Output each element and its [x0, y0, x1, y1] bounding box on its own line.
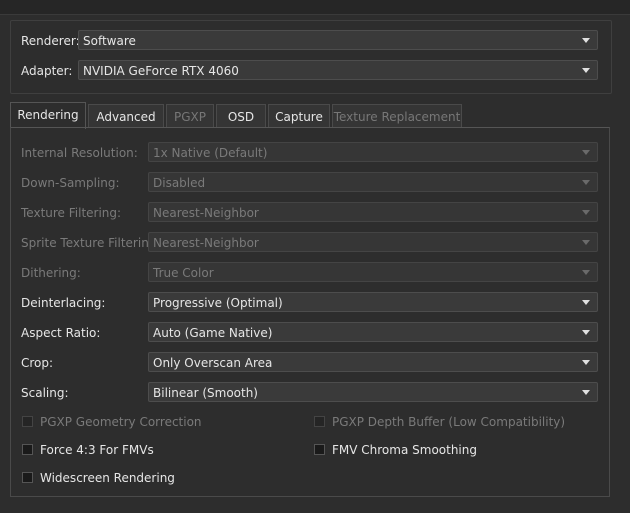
checkbox-box[interactable]	[22, 472, 33, 483]
chevron-down-icon	[582, 300, 590, 305]
scaling-label: Scaling:	[21, 386, 69, 400]
renderer-value: Software	[83, 34, 136, 48]
dithering-label: Dithering:	[21, 266, 81, 280]
aspect-ratio-select[interactable]: Auto (Game Native)	[148, 322, 598, 342]
chevron-down-icon	[582, 390, 590, 395]
window-top-strip	[0, 0, 630, 15]
checkbox-box	[314, 416, 325, 427]
crop-value: Only Overscan Area	[153, 356, 273, 370]
chevron-down-icon	[582, 270, 590, 275]
scaling-value: Bilinear (Smooth)	[153, 386, 258, 400]
adapter-label: Adapter:	[21, 64, 73, 78]
crop-select[interactable]: Only Overscan Area	[148, 352, 598, 372]
checkbox-box	[22, 416, 33, 427]
renderer-select[interactable]: Software	[78, 30, 598, 50]
adapter-select[interactable]: NVIDIA GeForce RTX 4060	[78, 60, 598, 80]
force-43-fmv-label[interactable]: Force 4:3 For FMVs	[40, 440, 154, 460]
crop-label: Crop:	[21, 356, 54, 370]
tab-rendering[interactable]: Rendering	[10, 102, 86, 129]
chevron-down-icon	[582, 360, 590, 365]
internal-resolution-value: 1x Native (Default)	[153, 146, 268, 160]
scaling-select[interactable]: Bilinear (Smooth)	[148, 382, 598, 402]
aspect-ratio-value: Auto (Game Native)	[153, 326, 273, 340]
tab-capture[interactable]: Capture	[268, 104, 330, 128]
texture-filtering-select: Nearest-Neighbor	[148, 202, 598, 222]
chevron-down-icon	[582, 150, 590, 155]
internal-resolution-select: 1x Native (Default)	[148, 142, 598, 162]
chevron-down-icon	[582, 210, 590, 215]
chevron-down-icon	[582, 180, 590, 185]
deinterlacing-value: Progressive (Optimal)	[153, 296, 283, 310]
chevron-down-icon	[582, 330, 590, 335]
checkbox-box[interactable]	[314, 444, 325, 455]
sprite-texture-filtering-value: Nearest-Neighbor	[153, 236, 259, 250]
checkbox-box[interactable]	[22, 444, 33, 455]
chevron-down-icon	[582, 38, 590, 43]
texture-filtering-label: Texture Filtering:	[21, 206, 122, 220]
pgxp-depth-label: PGXP Depth Buffer (Low Compatibility)	[332, 415, 566, 429]
tab-texture-replacement: Texture Replacement	[332, 104, 462, 128]
dithering-select: True Color	[148, 262, 598, 282]
tab-osd[interactable]: OSD	[216, 104, 266, 128]
dithering-value: True Color	[153, 266, 214, 280]
sprite-texture-filtering-select: Nearest-Neighbor	[148, 232, 598, 252]
chevron-down-icon	[582, 68, 590, 73]
adapter-value: NVIDIA GeForce RTX 4060	[83, 64, 239, 78]
down-sampling-select: Disabled	[148, 172, 598, 192]
down-sampling-value: Disabled	[153, 176, 206, 190]
deinterlacing-select[interactable]: Progressive (Optimal)	[148, 292, 598, 312]
widescreen-rendering-label[interactable]: Widescreen Rendering	[40, 468, 175, 488]
aspect-ratio-label: Aspect Ratio:	[21, 326, 101, 340]
deinterlacing-label: Deinterlacing:	[21, 296, 106, 310]
sprite-texture-filtering-label: Sprite Texture Filtering:	[21, 236, 161, 250]
renderer-label: Renderer:	[21, 34, 80, 48]
tab-pgxp: PGXP	[166, 104, 214, 128]
internal-resolution-label: Internal Resolution:	[21, 146, 138, 160]
tab-advanced[interactable]: Advanced	[88, 104, 164, 128]
fmv-chroma-smoothing-label[interactable]: FMV Chroma Smoothing	[332, 440, 477, 460]
pgxp-geometry-label: PGXP Geometry Correction	[40, 415, 202, 429]
texture-filtering-value: Nearest-Neighbor	[153, 206, 259, 220]
down-sampling-label: Down-Sampling:	[21, 176, 120, 190]
chevron-down-icon	[582, 240, 590, 245]
